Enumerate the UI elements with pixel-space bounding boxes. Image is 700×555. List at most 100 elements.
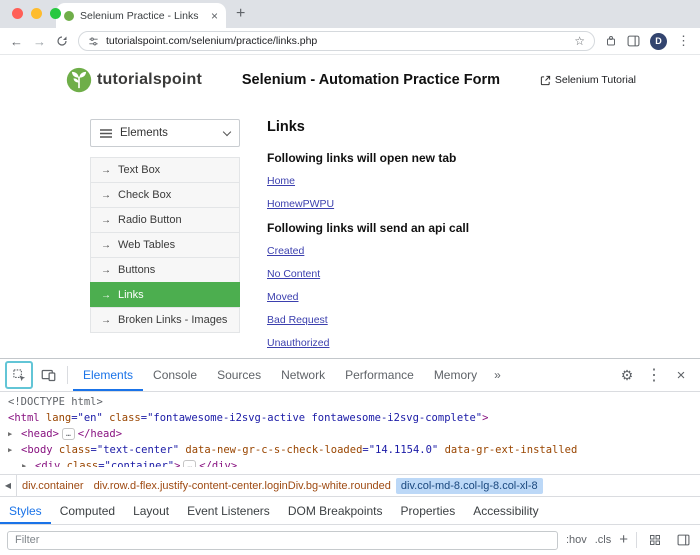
new-tab-button[interactable]: + <box>236 6 245 22</box>
breadcrumb-scroll-left-icon[interactable]: ◀ <box>0 475 17 496</box>
menu-kebab-icon[interactable]: ⋮ <box>677 33 690 49</box>
sidebar-header[interactable]: Elements <box>90 119 240 147</box>
devtools-tabs: ElementsConsoleSourcesNetworkPerformance… <box>73 359 487 391</box>
close-window-button[interactable] <box>12 8 23 19</box>
selenium-tutorial-link[interactable]: Selenium Tutorial <box>540 74 636 86</box>
styles-filter-bar: :hov .cls + <box>0 525 700 555</box>
sidebar-item-links[interactable]: →Links <box>90 282 240 308</box>
profile-avatar[interactable]: D <box>650 33 667 50</box>
hamburger-menu-icon <box>100 129 112 138</box>
filter-bar-divider <box>636 532 637 548</box>
link-moved[interactable]: Moved <box>267 291 299 303</box>
styles-pane-tabs: StylesComputedLayoutEvent ListenersDOM B… <box>0 496 700 525</box>
breadcrumb-item[interactable]: div.col-md-8.col-lg-8.col-xl-8 <box>396 478 543 494</box>
breadcrumb-bar: ◀ div.containerdiv.row.d-flex.justify-co… <box>0 474 700 496</box>
section-heading: Following links will send an api call <box>267 221 636 235</box>
devtools-tab-sources[interactable]: Sources <box>207 359 271 391</box>
device-toolbar-icon <box>41 369 56 382</box>
inspect-icon <box>12 368 27 383</box>
sidebar-item-check-box[interactable]: → Check Box <box>90 182 240 208</box>
toggle-element-state-button[interactable]: :hov <box>566 534 587 546</box>
expand-arrow-icon[interactable]: ▶ <box>22 458 35 467</box>
styles-filter-input[interactable] <box>7 531 558 550</box>
tab-close-icon[interactable]: × <box>211 10 218 22</box>
sidebar-item-web-tables[interactable]: →Web Tables <box>90 232 240 258</box>
reload-icon[interactable] <box>56 35 68 47</box>
device-toolbar-button[interactable] <box>34 359 62 391</box>
styles-tab-layout[interactable]: Layout <box>124 497 178 524</box>
forward-icon[interactable]: → <box>33 35 46 48</box>
grid-icon[interactable] <box>645 534 665 546</box>
arrow-icon: → <box>101 265 111 276</box>
web-page: tutorialspoint Selenium - Automation Pra… <box>0 55 700 358</box>
maximize-window-button[interactable] <box>50 8 61 19</box>
link-bad-request[interactable]: Bad Request <box>267 314 328 326</box>
sidebar-item-label: Check Box <box>118 189 171 201</box>
section-heading: Following links will open new tab <box>267 151 636 165</box>
link-created[interactable]: Created <box>267 245 304 257</box>
tutorialspoint-logo[interactable]: tutorialspoint <box>66 67 202 93</box>
breadcrumb-items: div.containerdiv.row.d-flex.justify-cont… <box>17 478 543 494</box>
sidebar-header-label: Elements <box>120 127 216 139</box>
styles-tab-styles[interactable]: Styles <box>0 497 51 524</box>
dom-line[interactable]: ▶<div class="container">…</div> <box>0 458 700 467</box>
breadcrumb-item[interactable]: div.container <box>17 478 89 494</box>
site-settings-icon[interactable] <box>88 36 99 47</box>
bookmark-star-icon[interactable]: ☆ <box>574 34 585 48</box>
tab-title: Selenium Practice - Links <box>80 10 205 22</box>
link-unauthorized[interactable]: Unauthorized <box>267 337 329 349</box>
styles-tab-dom-breakpoints[interactable]: DOM Breakpoints <box>279 497 392 524</box>
links-sections: Following links will open new tab Home Hom… <box>267 151 636 358</box>
tab-favicon <box>64 11 74 21</box>
devtools-tab-elements[interactable]: Elements <box>73 359 143 391</box>
devtools-tab-performance[interactable]: Performance <box>335 359 424 391</box>
styles-tab-computed[interactable]: Computed <box>51 497 124 524</box>
dom-line[interactable]: <!DOCTYPE html> <box>0 394 700 410</box>
styles-tab-event-listeners[interactable]: Event Listeners <box>178 497 279 524</box>
link-home[interactable]: Home <box>267 175 295 187</box>
chevron-down-icon <box>223 127 231 135</box>
devtools-tab-memory[interactable]: Memory <box>424 359 487 391</box>
new-style-rule-button[interactable]: + <box>619 531 628 548</box>
sidebar-item-buttons[interactable]: → Buttons <box>90 257 240 283</box>
styles-tab-accessibility[interactable]: Accessibility <box>464 497 547 524</box>
link-no-content[interactable]: No Content <box>267 268 320 280</box>
expand-arrow-icon[interactable]: ▶ <box>8 442 21 458</box>
sidebar-item-label: Buttons <box>118 264 155 276</box>
extensions-icon[interactable] <box>605 35 617 47</box>
devtools-tab-network[interactable]: Network <box>271 359 335 391</box>
back-icon[interactable]: ← <box>10 35 23 48</box>
link-homewpwpu[interactable]: HomewPWPU <box>267 198 334 210</box>
sidebar-item-radio-button[interactable]: →Radio Button <box>90 207 240 233</box>
sidebar-item-text-box[interactable]: →Text Box <box>90 157 240 183</box>
brand-text: tutorialspoint <box>97 71 202 89</box>
dom-tree: <!DOCTYPE html><html lang="en" class="fo… <box>0 392 700 474</box>
devtools-kebab-icon[interactable]: ⋮ <box>642 365 666 385</box>
expand-arrow-icon[interactable]: ▶ <box>8 426 21 442</box>
browser-toolbar: ← → tutorialspoint.com/selenium/practice… <box>0 28 700 55</box>
arrow-icon: → <box>101 190 111 201</box>
devtools-toolbar-right: ⚙ ⋮ × <box>615 359 700 391</box>
dom-line[interactable]: ▶<head>…</head> <box>0 426 700 442</box>
devtools-close-icon[interactable]: × <box>669 367 693 384</box>
styles-tab-properties[interactable]: Properties <box>392 497 465 524</box>
page-title: Selenium - Automation Practice Form <box>202 72 540 88</box>
panel-toggle-icon[interactable] <box>673 534 693 546</box>
devtools-panel: ElementsConsoleSourcesNetworkPerformance… <box>0 358 700 555</box>
toggle-class-button[interactable]: .cls <box>595 534 612 546</box>
breadcrumb-item[interactable]: div.row.d-flex.justify-content-center.lo… <box>89 478 396 494</box>
dom-line[interactable]: ▶<body class="text-center" data-new-gr-c… <box>0 442 700 458</box>
inspect-element-button[interactable] <box>5 361 33 389</box>
dom-line[interactable]: <html lang="en" class="fontawesome-i2svg… <box>0 410 700 426</box>
side-panel-icon[interactable] <box>627 35 640 47</box>
more-tabs-icon[interactable]: » <box>487 359 508 391</box>
sidebar-item-label: Text Box <box>118 164 160 176</box>
minimize-window-button[interactable] <box>31 8 42 19</box>
sidebar-item-broken-links-images[interactable]: →Broken Links - Images <box>90 307 240 333</box>
address-bar[interactable]: tutorialspoint.com/selenium/practice/lin… <box>78 31 595 51</box>
settings-gear-icon[interactable]: ⚙ <box>615 367 639 384</box>
devtools-tab-console[interactable]: Console <box>143 359 207 391</box>
tutorial-link-label: Selenium Tutorial <box>555 74 636 86</box>
browser-tab[interactable]: Selenium Practice - Links × <box>56 3 226 28</box>
arrow-icon: → <box>101 215 111 226</box>
